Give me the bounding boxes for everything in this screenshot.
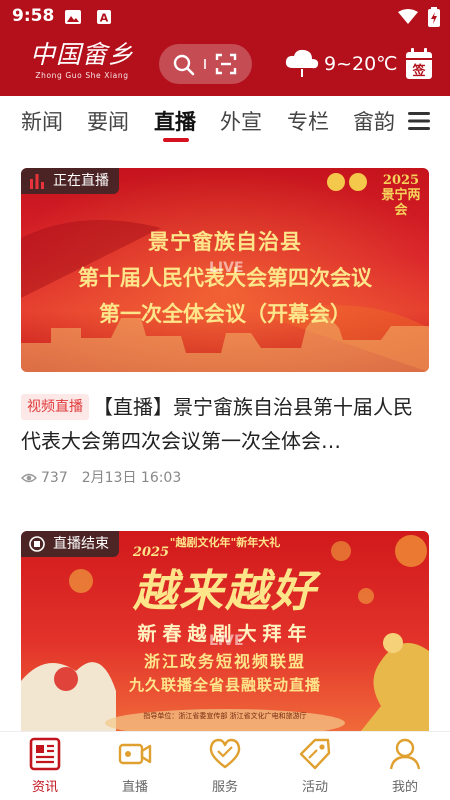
heart-icon (209, 738, 241, 769)
video-live-tag: 视频直播 (21, 394, 89, 420)
scan-icon[interactable] (215, 53, 237, 75)
feed-item-2[interactable]: "越剧文化年"新年大礼 2025 越来越好 新春越剧大拜年 浙江政务短视频联盟 … (21, 531, 429, 731)
feed-item-title[interactable]: 视频直播 【直播】景宁畲族自治县第十届人民代表大会第四次会议第一次全体会… (21, 390, 429, 458)
status-time: 9:58 (12, 6, 55, 26)
nav-label: 直播 (121, 780, 148, 795)
tab-she-culture[interactable]: 畲韵 (353, 106, 395, 136)
svg-text:A: A (100, 12, 109, 25)
nav-label: 服务 (211, 780, 238, 795)
nav-label: 活动 (301, 780, 328, 795)
tab-live[interactable]: 直播 (154, 106, 196, 136)
poster-line-3: 第一次全体会议（开幕会） (99, 301, 351, 326)
search-divider (204, 59, 206, 69)
poster-footer: 指导单位：浙江省委宣传部 浙江省文化广电和旅游厅 (143, 712, 307, 720)
signin-label: 签 (411, 63, 426, 79)
status-bar: 9:58 A (0, 0, 450, 34)
poster-corner-logo: 2025 景宁两会 (381, 173, 421, 218)
stop-icon (29, 536, 45, 552)
top-bar: 中国畲乡 Zhong Guo She Xiang 9~20℃ 签 (0, 34, 450, 96)
video-thumbnail[interactable]: 2025 景宁两会 景宁畲族自治县 第十届人民代表大会第四次会议 第一次全体会议… (21, 168, 429, 372)
poster-headline: 越来越好 (133, 566, 317, 617)
app-notification-icon: A (97, 10, 111, 25)
eye-icon (21, 473, 37, 483)
live-status-text: 直播结束 (53, 536, 109, 552)
poster-line-3: 浙江政务短视频联盟 (143, 652, 306, 671)
poster-line-4: 九久联播全省县融联动直播 (128, 676, 321, 694)
daily-signin-icon[interactable]: 签 (405, 48, 433, 80)
tab-columns[interactable]: 专栏 (287, 106, 329, 136)
nav-profile[interactable]: 我的 (360, 736, 450, 795)
tab-news[interactable]: 新闻 (21, 106, 63, 136)
logo-subtitle: Zhong Guo She Xiang (35, 71, 129, 80)
tag-icon (299, 738, 331, 770)
search-icon[interactable] (173, 54, 195, 76)
nav-live[interactable]: 直播 (90, 736, 180, 795)
category-tabs: 新闻 要闻 直播 外宣 专栏 畲韵 (0, 96, 450, 146)
active-tab-indicator (163, 138, 189, 142)
cloudy-weather-icon (285, 49, 319, 77)
menu-icon[interactable] (408, 112, 430, 130)
battery-icon (428, 7, 440, 27)
bottom-navigation: 资讯 直播 服务 活动 我的 (0, 731, 450, 800)
wifi-icon (398, 9, 418, 24)
publish-date: 2月13日 16:03 (81, 470, 182, 486)
tab-external-publicity[interactable]: 外宣 (220, 106, 262, 136)
app-logo: 中国畲乡 Zhong Guo She Xiang (26, 40, 138, 90)
feed-item-meta: 737 2月13日 16:03 (21, 468, 429, 488)
live-watermark: LIVE (209, 260, 244, 276)
person-icon (389, 738, 421, 770)
nav-label: 我的 (391, 780, 418, 795)
live-status-badge: 直播结束 (21, 531, 119, 557)
live-status-text: 正在直播 (53, 173, 109, 189)
live-watermark: LIVE (209, 633, 244, 649)
video-thumbnail[interactable]: "越剧文化年"新年大礼 2025 越来越好 新春越剧大拜年 浙江政务短视频联盟 … (21, 531, 429, 731)
search-bar[interactable] (159, 44, 252, 84)
app-header: 9:58 A 中国畲乡 Zhong Guo She Xiang 9~20℃ 签 (0, 0, 450, 96)
live-bars-icon (30, 174, 44, 189)
view-count: 737 (41, 470, 68, 486)
gallery-notification-icon (65, 10, 81, 24)
poster-line-1: 景宁畲族自治县 (148, 229, 302, 254)
news-icon (29, 737, 61, 771)
nav-news[interactable]: 资讯 (0, 736, 90, 795)
nav-label: 资讯 (31, 780, 58, 795)
feed-item-1[interactable]: 2025 景宁两会 景宁畲族自治县 第十届人民代表大会第四次会议 第一次全体会议… (21, 168, 429, 488)
video-camera-icon (118, 743, 152, 765)
nav-services[interactable]: 服务 (180, 736, 270, 795)
nav-activities[interactable]: 活动 (270, 736, 360, 795)
logo-text: 中国畲乡 (29, 40, 134, 69)
tab-headlines[interactable]: 要闻 (87, 106, 129, 136)
live-status-badge: 正在直播 (21, 168, 119, 194)
weather-temperature: 9~20℃ (324, 53, 398, 75)
